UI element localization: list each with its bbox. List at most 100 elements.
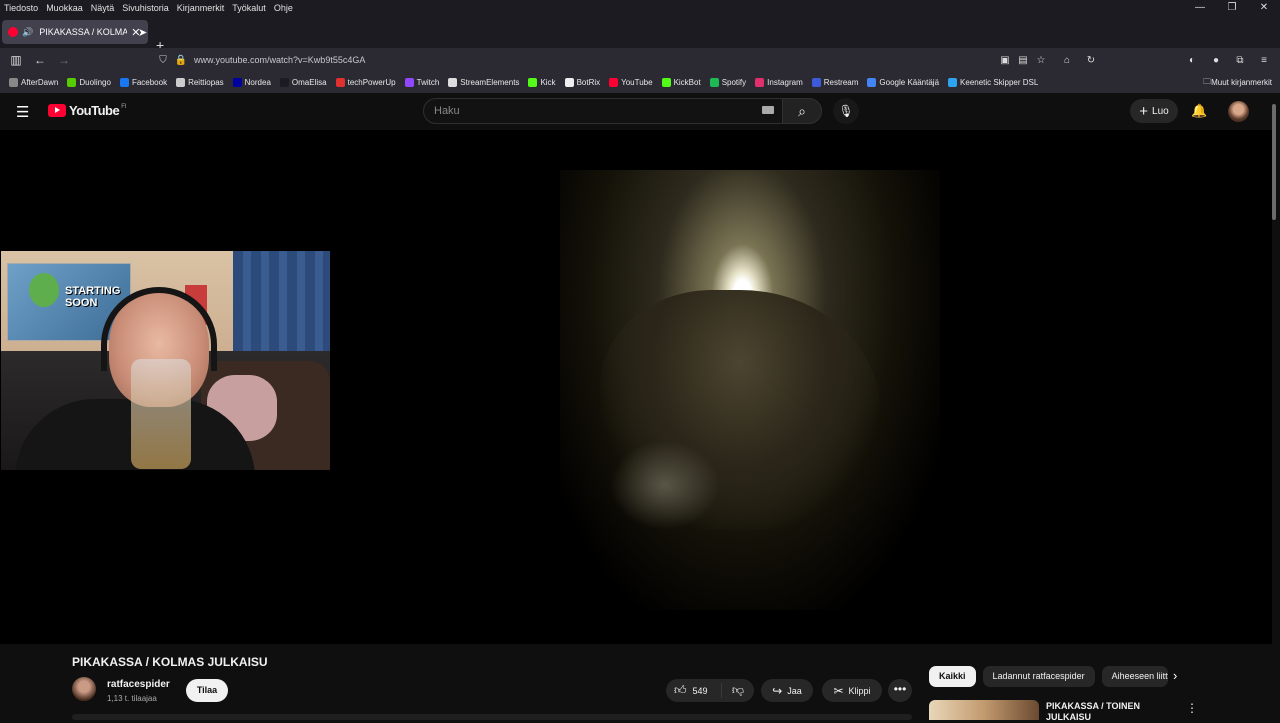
other-bookmarks[interactable]: 🗀 Muut kirjanmerkit xyxy=(1203,72,1272,93)
close-window-icon[interactable]: ✕ xyxy=(1248,0,1280,16)
bookmark-favicon-icon xyxy=(176,78,186,87)
menu-history[interactable]: Sivuhistoria xyxy=(122,3,169,13)
keyboard-icon[interactable] xyxy=(762,106,774,114)
create-button[interactable]: + Luo xyxy=(1130,99,1178,123)
chip-uploaded-by[interactable]: Ladannut ratfacespider xyxy=(982,666,1095,687)
url-text[interactable]: www.youtube.com/watch?v=Kwb9t55c4GA xyxy=(194,55,365,65)
recommendation-thumbnail[interactable] xyxy=(929,700,1039,720)
account-avatar[interactable] xyxy=(1228,101,1249,122)
dislike-button[interactable]: 👎︎ xyxy=(722,683,754,698)
bookmark-item[interactable]: Google Kääntäjä xyxy=(867,78,939,87)
chip-all[interactable]: Kaikki xyxy=(929,666,976,687)
bookmark-item[interactable]: OmaElisa xyxy=(279,78,327,87)
sidebar-toggle-icon[interactable]: ▥ xyxy=(4,53,28,67)
channel-name[interactable]: ratfacespider xyxy=(107,679,170,690)
bookmark-item[interactable]: KickBot xyxy=(661,78,701,87)
bookmark-item[interactable]: YouTube xyxy=(609,78,653,87)
video-info-section: PIKAKASSA / KOLMAS JULKAISU ratfacespide… xyxy=(0,644,1280,722)
bookmark-favicon-icon xyxy=(404,78,414,87)
youtube-logo[interactable]: YouTube FI xyxy=(48,103,127,118)
recommendation-more-icon[interactable]: ⋮ xyxy=(1186,701,1198,715)
subscribe-button[interactable]: Tilaa xyxy=(186,679,228,702)
bookmark-item[interactable]: Kick xyxy=(528,78,556,87)
star-icon[interactable]: ☆ xyxy=(1032,55,1050,66)
extension-dark-icon[interactable]: ◐ xyxy=(1180,55,1204,66)
bookmark-item[interactable]: techPowerUp xyxy=(335,78,396,87)
clip-label: Klippi xyxy=(848,685,871,696)
lock-icon[interactable]: 🔒 xyxy=(172,55,190,66)
like-button[interactable]: 👍︎ 549 xyxy=(666,683,722,698)
like-count: 549 xyxy=(692,685,708,696)
bookmark-item[interactable]: Spotify xyxy=(709,78,746,87)
bookmark-label: Keenetic Skipper DSL xyxy=(960,78,1039,87)
menu-file[interactable]: Tiedosto xyxy=(4,3,38,13)
bookmark-label: BotRix xyxy=(576,78,601,87)
bookmark-favicon-icon xyxy=(232,78,242,87)
forward-icon[interactable]: → xyxy=(52,53,76,67)
chip-related[interactable]: Aiheeseen liitty xyxy=(1101,666,1168,687)
menu-view[interactable]: Näytä xyxy=(91,3,115,13)
page-scrollbar[interactable] xyxy=(1272,104,1276,220)
profile-icon[interactable]: ● xyxy=(1204,55,1228,66)
bookmark-item[interactable]: BotRix xyxy=(564,78,601,87)
reader-icon[interactable]: ▤ xyxy=(1014,55,1032,66)
more-actions-button[interactable]: ••• xyxy=(888,679,912,702)
bookmark-item[interactable]: AfterDawn xyxy=(9,78,58,87)
home-icon[interactable]: ⌂ xyxy=(1058,55,1076,66)
video-title: PIKAKASSA / KOLMAS JULKAISU xyxy=(72,655,268,669)
speaker-icon[interactable]: 🔊 xyxy=(22,27,33,38)
menu-tools[interactable]: Työkalut xyxy=(232,3,266,13)
bookmark-favicon-icon xyxy=(811,78,821,87)
bookmark-label: YouTube xyxy=(621,78,653,87)
menu-edit[interactable]: Muokkaa xyxy=(46,3,83,13)
tab-active[interactable]: 🔊 PIKAKASSA / KOLMAS JUL ✕ xyxy=(2,20,148,44)
country-code: FI xyxy=(121,103,127,110)
reload-icon[interactable]: ↻ xyxy=(1082,55,1100,66)
bookmarks-bar: AfterDawn Duolingo Facebook Reittiopas Norde… xyxy=(0,72,1280,93)
bookmark-item[interactable]: Reittiopas xyxy=(176,78,224,87)
bookmark-favicon-icon xyxy=(119,78,129,87)
pip-icon[interactable]: ▣ xyxy=(996,55,1014,66)
clip-button[interactable]: ✂ Klippi xyxy=(822,679,882,702)
video-player[interactable]: STARTING SOON xyxy=(0,130,1272,644)
webcam-overlay: STARTING SOON xyxy=(1,251,330,470)
bookmark-item[interactable]: Nordea xyxy=(232,78,271,87)
channel-avatar[interactable] xyxy=(72,677,96,701)
search-input[interactable]: Haku xyxy=(423,98,785,124)
bookmark-label: Facebook xyxy=(131,78,168,87)
restore-icon[interactable]: ❐ xyxy=(1216,0,1248,16)
bookmark-item[interactable]: Twitch xyxy=(404,78,439,87)
notifications-bell-icon[interactable]: 🔔 xyxy=(1191,103,1207,119)
bookmark-favicon-icon xyxy=(867,78,877,87)
comment-box-edge xyxy=(72,714,912,720)
minimize-icon[interactable]: — xyxy=(1184,0,1216,16)
bookmark-item[interactable]: Instagram xyxy=(755,78,803,87)
create-label: Luo xyxy=(1152,105,1169,117)
menu-bookmarks[interactable]: Kirjanmerkit xyxy=(177,3,225,13)
bookmark-item[interactable]: Duolingo xyxy=(67,78,111,87)
bookmark-item[interactable]: Facebook xyxy=(119,78,168,87)
app-menu-icon[interactable]: ≡ xyxy=(1252,55,1276,66)
hamburger-menu-icon[interactable]: ☰ xyxy=(16,103,29,121)
bookmark-label: techPowerUp xyxy=(347,78,396,87)
extensions-icon[interactable]: ⧉ xyxy=(1228,55,1252,66)
bookmark-favicon-icon xyxy=(661,78,671,87)
bookmark-favicon-icon xyxy=(279,78,289,87)
search-button[interactable]: ⌕ xyxy=(782,98,822,124)
bookmark-item[interactable]: StreamElements xyxy=(448,78,519,87)
shield-icon[interactable]: ⛉ xyxy=(154,55,172,66)
youtube-favicon-icon xyxy=(8,27,18,37)
bookmark-item[interactable]: Keenetic Skipper DSL xyxy=(948,78,1038,87)
bookmark-favicon-icon xyxy=(9,78,18,87)
menu-help[interactable]: Ohje xyxy=(274,3,293,13)
bookmark-favicon-icon xyxy=(755,78,765,87)
address-bar[interactable]: ⛉ 🔒 www.youtube.com/watch?v=Kwb9t55c4GA xyxy=(154,50,982,70)
voice-search-button[interactable]: 🎙 xyxy=(833,98,859,124)
plus-icon: + xyxy=(1139,102,1149,120)
bookmark-item[interactable]: Restream xyxy=(811,78,858,87)
bookmark-favicon-icon xyxy=(609,78,619,87)
chevron-right-icon[interactable]: › xyxy=(1173,668,1177,683)
share-button[interactable]: ↪ Jaa xyxy=(761,679,813,702)
bookmark-label: AfterDawn xyxy=(21,78,59,87)
back-icon[interactable]: ← xyxy=(28,53,52,67)
